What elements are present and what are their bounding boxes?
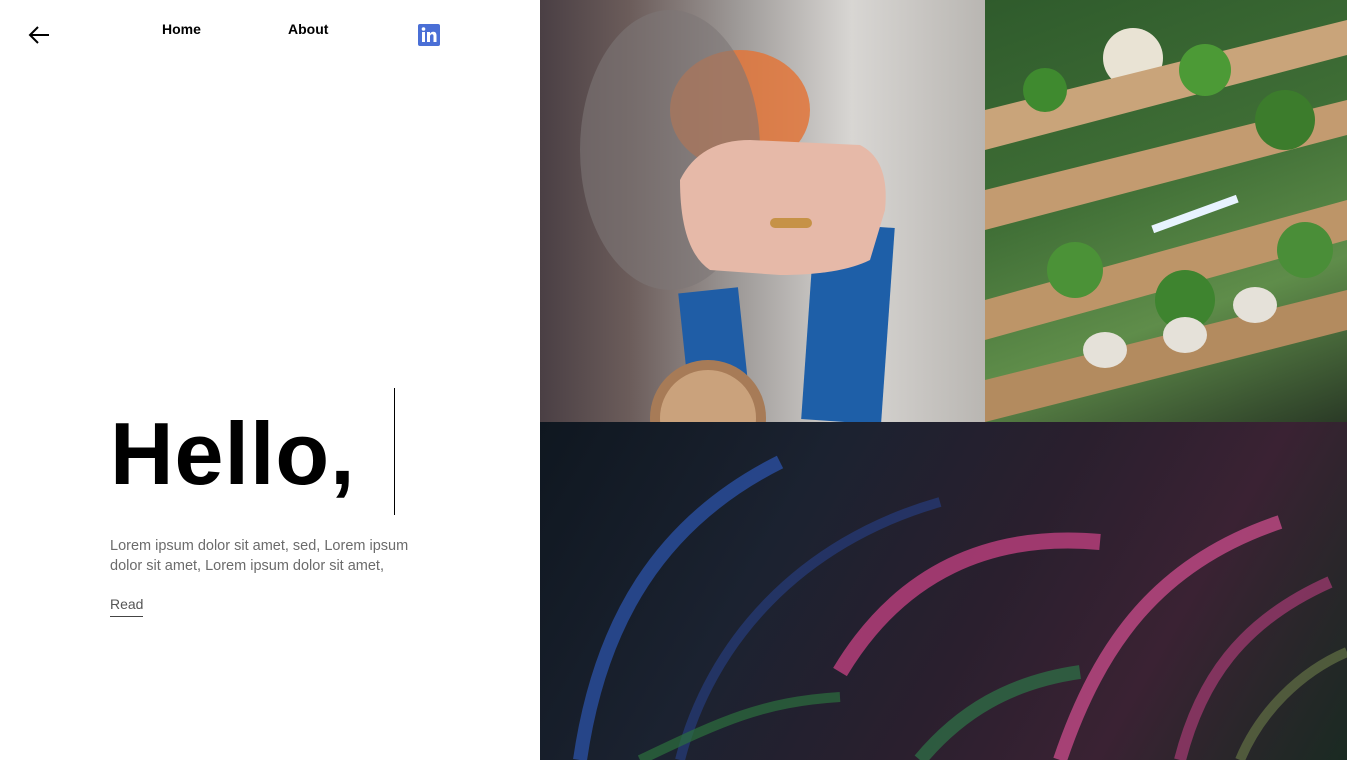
read-link[interactable]: Read [110, 596, 144, 617]
hero-body-text: Lorem ipsum dolor sit amet, sed, Lorem i… [110, 538, 409, 574]
medal-illustration [580, 10, 895, 422]
medal-photo [540, 0, 985, 422]
intro-panel: Home About Hello, Lorem ipsum dolor sit … [0, 0, 540, 760]
arrow-left-icon [28, 26, 49, 44]
hero-title: Hello, [110, 404, 356, 503]
back-button[interactable] [26, 22, 54, 50]
linkedin-button[interactable] [418, 24, 440, 46]
nav-about-link[interactable]: About [288, 21, 328, 37]
palm-leaves-photo [540, 422, 1347, 760]
palm-leaves-illustration [573, 455, 1347, 760]
nav-home-link[interactable]: Home [162, 21, 201, 37]
plant-shelves-photo [985, 0, 1347, 422]
linkedin-icon [421, 27, 437, 42]
plant-shelves-illustration [985, 20, 1347, 422]
text-cursor [394, 388, 395, 515]
